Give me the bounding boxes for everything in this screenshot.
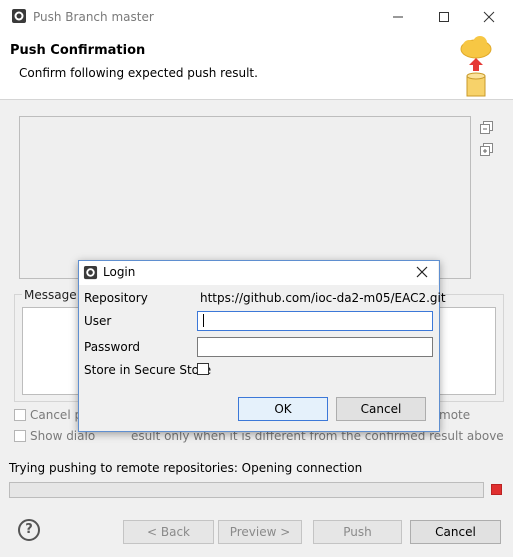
password-label: Password <box>84 340 141 354</box>
store-secure-label: Store in Secure Store <box>84 363 212 377</box>
stop-icon[interactable] <box>491 484 502 495</box>
login-cancel-button[interactable]: Cancel <box>336 397 426 421</box>
page-subtitle: Confirm following expected push result. <box>19 66 258 80</box>
push-button[interactable]: Push <box>313 520 402 544</box>
repository-label: Repository <box>84 291 148 305</box>
progress-bar <box>9 482 484 498</box>
cloud-push-database-icon <box>460 36 492 97</box>
text-caret <box>203 314 204 327</box>
store-secure-checkbox[interactable] <box>197 363 209 375</box>
eclipse-app-icon <box>83 265 98 280</box>
status-text: Trying pushing to remote repositories: O… <box>9 461 363 475</box>
close-icon[interactable] <box>414 264 430 280</box>
repository-value: https://github.com/ioc-da2-m05/EAC2.git <box>200 291 446 305</box>
ok-button[interactable]: OK <box>238 397 328 421</box>
collapse-all-icon[interactable] <box>480 121 494 135</box>
user-field[interactable] <box>197 311 433 331</box>
close-icon[interactable] <box>474 6 504 28</box>
help-icon[interactable]: ? <box>18 519 40 541</box>
expand-all-icon[interactable] <box>480 143 494 157</box>
eclipse-app-icon <box>12 9 26 23</box>
minimize-icon[interactable] <box>383 6 413 28</box>
push-result-tree[interactable] <box>19 116 471 279</box>
cancel-push-label-tail: mote <box>439 408 471 422</box>
cancel-button[interactable]: Cancel <box>410 520 501 544</box>
back-button[interactable]: < Back <box>123 520 214 544</box>
show-dialog-checkbox[interactable] <box>14 430 26 442</box>
password-field[interactable] <box>197 337 433 357</box>
preview-button[interactable]: Preview > <box>218 520 302 544</box>
maximize-icon[interactable] <box>429 6 459 28</box>
user-label: User <box>84 314 112 328</box>
cancel-push-checkbox[interactable] <box>14 409 26 421</box>
window-title: Push Branch master <box>33 10 154 24</box>
page-title: Push Confirmation <box>10 43 146 58</box>
login-title: Login <box>103 265 136 279</box>
